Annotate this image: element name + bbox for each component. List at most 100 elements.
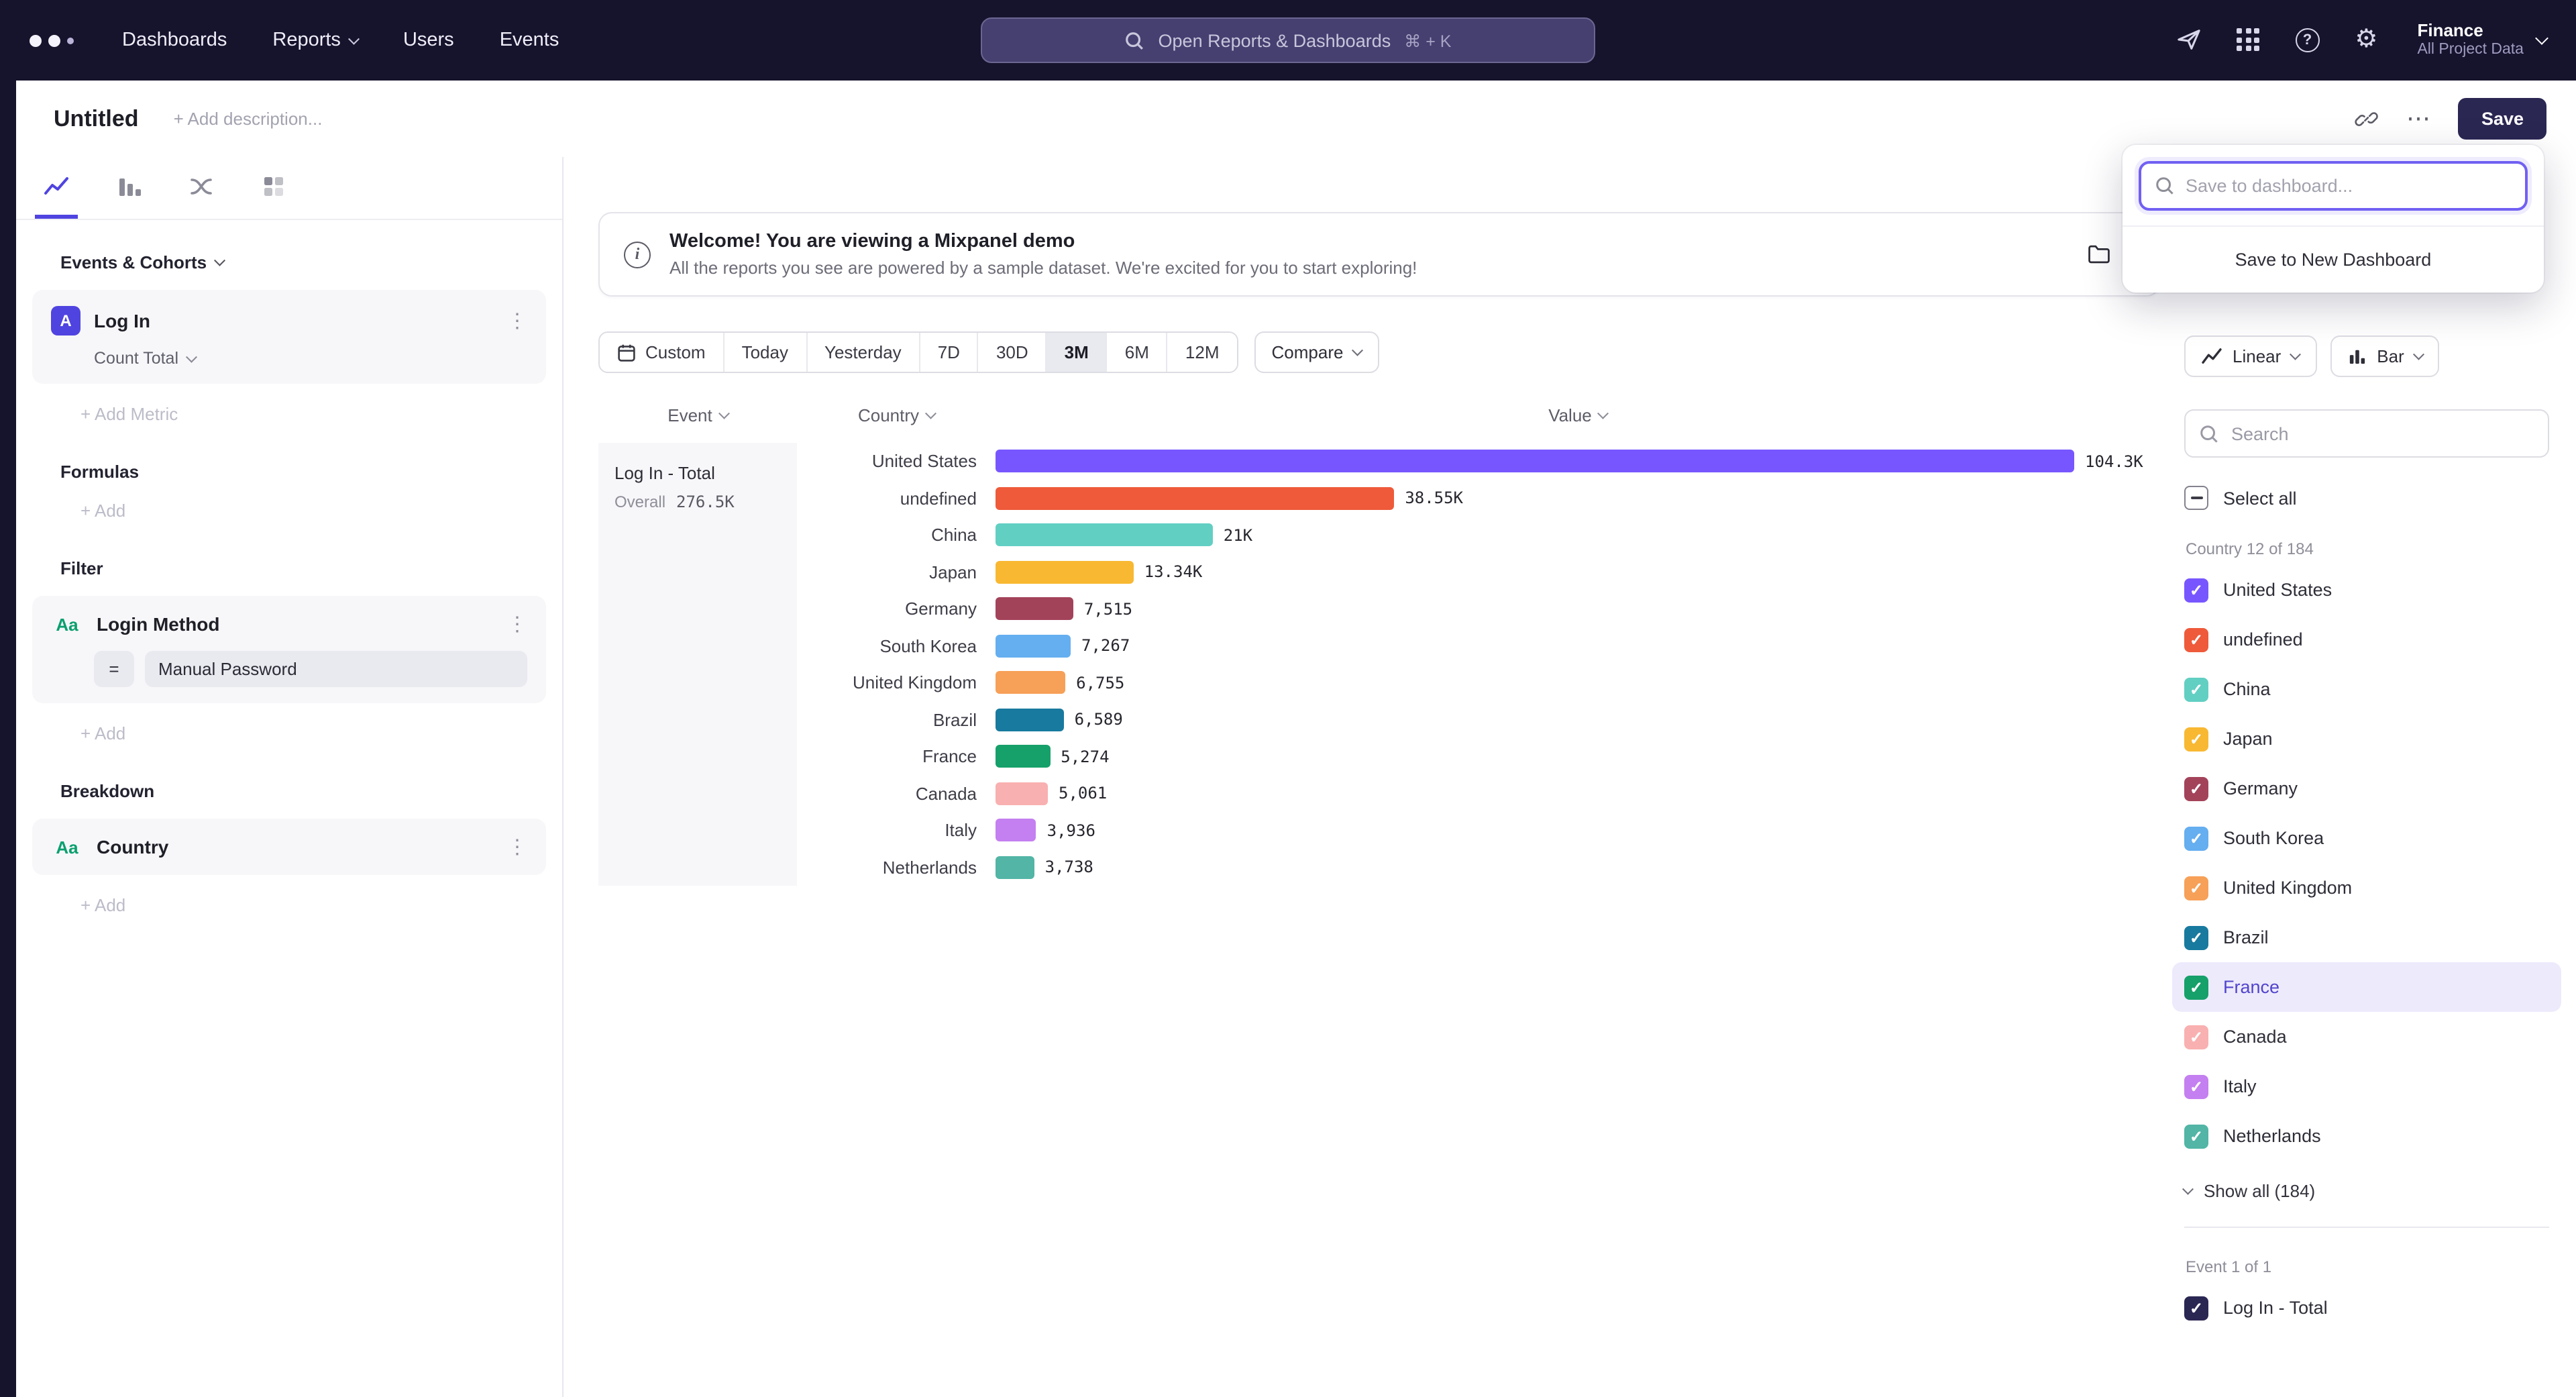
column-header-country[interactable]: Country bbox=[797, 405, 996, 425]
legend-search-input[interactable] bbox=[2231, 423, 2534, 444]
help-icon[interactable]: ? bbox=[2294, 27, 2320, 54]
checkbox-canada[interactable]: ✓ bbox=[2184, 1025, 2208, 1049]
bar-canada[interactable] bbox=[996, 782, 1048, 805]
mixpanel-logo-icon[interactable] bbox=[30, 34, 74, 46]
country-filter-item-canada[interactable]: ✓Canada bbox=[2172, 1012, 2561, 1062]
country-filter-item-italy[interactable]: ✓Italy bbox=[2172, 1062, 2561, 1111]
aggregation-dropdown[interactable]: Count Total bbox=[94, 349, 527, 368]
metric-card[interactable]: A Log In ⋮ Count Total bbox=[32, 290, 546, 384]
nav-item-reports[interactable]: Reports bbox=[272, 30, 358, 51]
copy-link-icon[interactable] bbox=[2355, 107, 2379, 131]
report-title[interactable]: Untitled bbox=[54, 105, 139, 132]
country-filter-item-brazil[interactable]: ✓Brazil bbox=[2172, 913, 2561, 962]
event-summary-cell[interactable]: Log In - Total Overall 276.5K bbox=[598, 443, 797, 886]
add-filter-button[interactable]: + Add bbox=[80, 723, 125, 743]
add-formula-button[interactable]: + Add bbox=[80, 501, 125, 521]
checkbox-china[interactable]: ✓ bbox=[2184, 677, 2208, 701]
checkbox-france[interactable]: ✓ bbox=[2184, 975, 2208, 999]
bar-japan[interactable] bbox=[996, 561, 1134, 584]
checkbox-japan[interactable]: ✓ bbox=[2184, 727, 2208, 751]
country-filter-item-south-korea[interactable]: ✓South Korea bbox=[2172, 813, 2561, 863]
range-today[interactable]: Today bbox=[724, 333, 807, 372]
kebab-menu-icon[interactable]: ⋮ bbox=[507, 612, 527, 636]
country-filter-item-undefined[interactable]: ✓undefined bbox=[2172, 615, 2561, 664]
country-filter-item-germany[interactable]: ✓Germany bbox=[2172, 764, 2561, 813]
country-filter-item-united-kingdom[interactable]: ✓United Kingdom bbox=[2172, 863, 2561, 913]
bar-italy[interactable] bbox=[996, 819, 1036, 842]
nav-item-users[interactable]: Users bbox=[403, 30, 454, 51]
range-12m[interactable]: 12M bbox=[1168, 333, 1237, 372]
show-all-button[interactable]: Show all (184) bbox=[2184, 1181, 2549, 1201]
compare-dropdown[interactable]: Compare bbox=[1254, 331, 1379, 373]
more-options-icon[interactable]: ⋯ bbox=[2406, 105, 2432, 133]
send-icon[interactable] bbox=[2176, 27, 2202, 54]
bar-germany[interactable] bbox=[996, 598, 1073, 621]
country-filter-item-japan[interactable]: ✓Japan bbox=[2172, 714, 2561, 764]
checkbox-brazil[interactable]: ✓ bbox=[2184, 925, 2208, 949]
bar-france[interactable] bbox=[996, 745, 1050, 768]
column-header-event[interactable]: Event bbox=[598, 405, 797, 425]
country-filter-item-china[interactable]: ✓China bbox=[2172, 664, 2561, 714]
bar-netherlands[interactable] bbox=[996, 856, 1034, 879]
dashboard-search[interactable] bbox=[2139, 161, 2528, 211]
save-button[interactable]: Save bbox=[2459, 98, 2546, 140]
bar-united-kingdom[interactable] bbox=[996, 672, 1065, 694]
add-description-button[interactable]: + Add description... bbox=[174, 109, 323, 129]
indeterminate-checkbox[interactable] bbox=[2184, 486, 2208, 510]
line-style-dropdown[interactable]: Linear bbox=[2184, 335, 2316, 377]
checkbox-germany[interactable]: ✓ bbox=[2184, 776, 2208, 800]
range-30d[interactable]: 30D bbox=[979, 333, 1047, 372]
tab-insights[interactable] bbox=[35, 157, 78, 219]
checkbox-south-korea[interactable]: ✓ bbox=[2184, 826, 2208, 850]
bar-undefined[interactable] bbox=[996, 487, 1394, 510]
bar-china[interactable] bbox=[996, 524, 1213, 547]
select-all-toggle[interactable]: Select all bbox=[2184, 486, 2549, 510]
event-filter-item-log-in-total[interactable]: ✓Log In - Total bbox=[2172, 1283, 2561, 1333]
checkbox-united-states[interactable]: ✓ bbox=[2184, 578, 2208, 602]
legend-search[interactable] bbox=[2184, 409, 2549, 458]
filter-card[interactable]: Aa Login Method ⋮ = Manual Password bbox=[32, 596, 546, 703]
apps-grid-icon[interactable] bbox=[2235, 27, 2261, 54]
chart-type-dropdown[interactable]: Bar bbox=[2330, 335, 2439, 377]
bar-united-states[interactable] bbox=[996, 450, 2074, 473]
tab-funnels[interactable] bbox=[107, 157, 150, 219]
nav-item-dashboards[interactable]: Dashboards bbox=[122, 30, 227, 51]
save-to-new-dashboard-option[interactable]: Save to New Dashboard bbox=[2123, 225, 2544, 293]
country-filter-item-netherlands[interactable]: ✓ Netherlands bbox=[2172, 1111, 2561, 1161]
kebab-menu-icon[interactable]: ⋮ bbox=[507, 309, 527, 333]
checkbox-united-kingdom[interactable]: ✓ bbox=[2184, 876, 2208, 900]
nav-item-events[interactable]: Events bbox=[500, 30, 559, 51]
range-yesterday[interactable]: Yesterday bbox=[807, 333, 920, 372]
banner-subtitle: All the reports you see are powered by a… bbox=[669, 258, 1417, 278]
checkbox-undefined[interactable]: ✓ bbox=[2184, 627, 2208, 652]
breakdown-property-name[interactable]: Country bbox=[97, 836, 168, 858]
dashboard-search-input[interactable] bbox=[2186, 176, 2512, 196]
filter-property-name[interactable]: Login Method bbox=[97, 613, 220, 635]
add-metric-button[interactable]: + Add Metric bbox=[80, 404, 178, 424]
column-header-value[interactable]: Value bbox=[996, 405, 2160, 425]
breakdown-card[interactable]: Aa Country ⋮ bbox=[32, 819, 546, 875]
country-filter-item-france[interactable]: ✓France bbox=[2172, 962, 2561, 1012]
bar-brazil[interactable] bbox=[996, 709, 1064, 731]
checkbox-log-in-total[interactable]: ✓ bbox=[2184, 1296, 2208, 1320]
bar-south-korea[interactable] bbox=[996, 635, 1071, 658]
tab-flows[interactable] bbox=[180, 157, 223, 219]
checkbox-netherlands[interactable]: ✓ bbox=[2184, 1124, 2208, 1148]
country-filter-item-label: Netherlands bbox=[2223, 1126, 2321, 1146]
range-3m[interactable]: 3M bbox=[1047, 333, 1108, 372]
add-breakdown-button[interactable]: + Add bbox=[80, 895, 125, 915]
settings-gear-icon[interactable]: ⚙ bbox=[2353, 27, 2379, 54]
tab-retention[interactable] bbox=[252, 157, 295, 219]
range-6m[interactable]: 6M bbox=[1108, 333, 1168, 372]
range-7d[interactable]: 7D bbox=[920, 333, 979, 372]
bar-value: 21K bbox=[1224, 526, 1252, 545]
project-switcher[interactable]: Finance All Project Data bbox=[2412, 21, 2546, 60]
country-filter-item-united-states[interactable]: ✓United States bbox=[2172, 565, 2561, 615]
global-search-button[interactable]: Open Reports & Dashboards ⌘ + K bbox=[981, 17, 1595, 63]
checkbox-italy[interactable]: ✓ bbox=[2184, 1074, 2208, 1098]
kebab-menu-icon[interactable]: ⋮ bbox=[507, 835, 527, 859]
range-custom[interactable]: Custom bbox=[600, 333, 724, 372]
filter-operator-dropdown[interactable]: = bbox=[94, 651, 134, 687]
metric-event-name[interactable]: Log In bbox=[94, 310, 150, 331]
filter-value-field[interactable]: Manual Password bbox=[145, 651, 527, 687]
